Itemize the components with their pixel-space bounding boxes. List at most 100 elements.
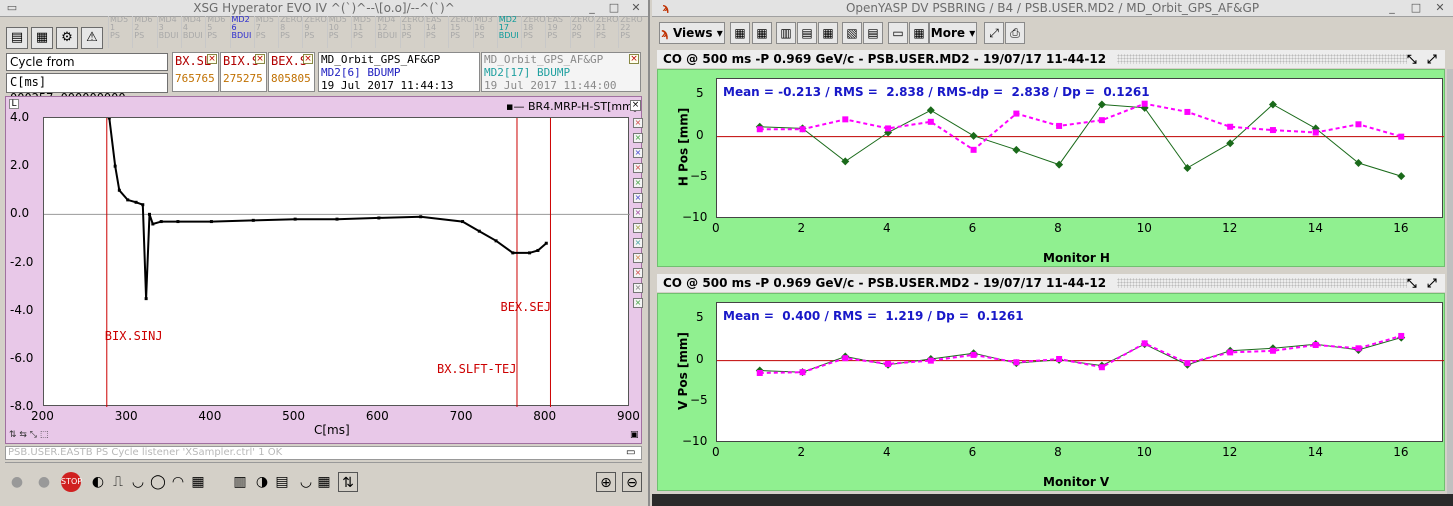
config-button[interactable]: ▧ xyxy=(842,22,862,44)
user-cell[interactable]: ZERO 15 PS xyxy=(448,16,473,48)
user-cell[interactable]: MD5 7 PS xyxy=(253,16,276,48)
user-cell[interactable]: MD2 6 BDUI xyxy=(229,16,252,48)
table-icon[interactable]: ▤ xyxy=(272,472,292,492)
user-cell[interactable]: MD2 17 BDUI xyxy=(496,16,519,48)
plot-corner-label[interactable]: L xyxy=(9,99,19,109)
table-2-icon[interactable]: ▦ xyxy=(314,472,334,492)
v-plot-area[interactable]: Mean = 0.400 / RMS = 1.219 / Dp = 0.1261 xyxy=(716,302,1444,442)
plot-side-toggle[interactable]: × xyxy=(633,238,643,248)
close-icon[interactable]: ✕ xyxy=(1430,0,1450,16)
layout-quad-button[interactable]: ▦ xyxy=(818,22,838,44)
minimize-icon[interactable]: _ xyxy=(582,0,602,16)
curve-2-icon[interactable]: ◡ xyxy=(296,472,316,492)
plot-side-toggle[interactable]: × xyxy=(633,163,643,173)
grid-button[interactable]: ▦ xyxy=(909,22,929,44)
h-panel-drag-handle[interactable] xyxy=(1117,54,1407,64)
user-cell[interactable]: MD4 4 BDUI xyxy=(180,16,203,48)
event-close-icon[interactable]: × xyxy=(255,54,265,64)
series-point xyxy=(756,126,763,133)
series-point xyxy=(1056,122,1063,129)
status-clear-icon[interactable]: ▭ xyxy=(626,447,635,458)
yasp-title: OpenYASP DV PSBRING / B4 / PSB.USER.MD2 … xyxy=(845,1,1260,15)
user-cell[interactable]: EAS 19 PS xyxy=(545,16,567,48)
x-tick-label: 0 xyxy=(712,445,720,459)
zoom-icons[interactable]: ⇅ ⇆ ⤡ ⬚ xyxy=(9,430,48,440)
user-cell[interactable]: ZERO 21 PS xyxy=(594,16,618,48)
plot-side-toggle[interactable]: × xyxy=(633,268,643,278)
user-cell[interactable]: ZERO 8 PS xyxy=(278,16,302,48)
user-cell[interactable]: ZERO 9 PS xyxy=(302,16,327,48)
zoom-in-icon[interactable]: ⊕ xyxy=(596,472,616,492)
blank-button[interactable]: ▭ xyxy=(888,22,908,44)
user-cell[interactable]: MD5 1 PS xyxy=(108,16,130,48)
event-close-icon[interactable]: × xyxy=(207,54,217,64)
play-icon[interactable]: ● xyxy=(7,472,27,492)
user-cell[interactable]: ZERO 18 PS xyxy=(521,16,545,48)
grid-icon[interactable]: ▦ xyxy=(188,472,208,492)
h-panel-expand-icon[interactable]: ⤢ xyxy=(1427,50,1437,68)
v-panel-drag-handle[interactable] xyxy=(1117,278,1407,288)
v-panel-shrink-icon[interactable]: ⤡ xyxy=(1407,274,1417,292)
v-panel-expand-icon[interactable]: ⤢ xyxy=(1427,274,1437,292)
user-cell[interactable]: MD4 12 BDUI xyxy=(375,16,397,48)
plot-side-toggle[interactable]: × xyxy=(633,193,643,203)
plot-config-icon[interactable]: ▣ xyxy=(630,430,639,440)
cycle-plot-area[interactable]: BIX.SINJ BX.SLFT-TEJ BEX.SEJ xyxy=(43,116,630,407)
user-cell[interactable]: MD5 10 PS xyxy=(326,16,349,48)
half-circle-2-icon[interactable]: ◑ xyxy=(252,472,272,492)
curve-icon[interactable]: ◡ xyxy=(128,472,148,492)
pulse-icon[interactable]: ⎍ xyxy=(108,472,128,492)
pause-icon[interactable]: ● xyxy=(34,472,54,492)
plot-close-icon[interactable]: × xyxy=(630,100,641,111)
user-cell[interactable]: MD3 16 PS xyxy=(472,16,495,48)
layout-tile-button[interactable]: ▦ xyxy=(752,22,772,44)
plot-side-toggle[interactable]: × xyxy=(633,253,643,263)
right-scrollbar[interactable] xyxy=(1447,69,1453,494)
half-circle-icon[interactable]: ◐ xyxy=(88,472,108,492)
sort-icon[interactable]: ⇅ xyxy=(338,472,358,492)
arc-icon[interactable]: ◠ xyxy=(168,472,188,492)
plot-side-toggle[interactable]: × xyxy=(633,283,643,293)
user-cell[interactable]: ZERO 20 PS xyxy=(569,16,594,48)
layout-rows-button[interactable]: ▤ xyxy=(797,22,817,44)
user-cell[interactable]: EAS 14 PS xyxy=(423,16,446,48)
plot-side-toggle[interactable]: × xyxy=(633,178,643,188)
close-icon[interactable]: ✕ xyxy=(626,0,646,16)
plot-side-toggle[interactable]: × xyxy=(633,148,643,158)
export-button[interactable]: ⤢ xyxy=(984,22,1004,44)
maximize-icon[interactable]: □ xyxy=(1406,0,1426,16)
zoom-out-icon[interactable]: ⊖ xyxy=(622,472,642,492)
layout-columns-button[interactable]: ▥ xyxy=(776,22,796,44)
plot-side-toggle[interactable]: × xyxy=(633,298,643,308)
window-menu-icon[interactable]: ▭ xyxy=(2,0,22,16)
plot-side-toggle[interactable]: × xyxy=(633,133,643,143)
user-cell[interactable]: MD4 3 BDUI xyxy=(156,16,179,48)
stop-icon[interactable]: STOP xyxy=(61,472,82,492)
more-button[interactable]: More ▾ xyxy=(929,22,977,44)
user-cell[interactable]: MD5 11 PS xyxy=(351,16,373,48)
views-button[interactable]: ϡ Views ▾ xyxy=(659,22,725,44)
plot-side-toggle[interactable]: × xyxy=(633,223,643,233)
print-icon[interactable]: ▤ xyxy=(6,27,28,49)
event-close-icon[interactable]: × xyxy=(303,54,313,64)
car-icon[interactable]: ⚙ xyxy=(56,27,78,49)
report-icon[interactable]: ▦ xyxy=(31,27,53,49)
user-cell[interactable]: ZERO 22 PS xyxy=(618,16,643,48)
user-cell[interactable]: MD6 2 PS xyxy=(132,16,154,48)
info-close-icon[interactable]: × xyxy=(629,54,639,64)
plot-side-toggle[interactable]: × xyxy=(633,208,643,218)
print-button[interactable]: ⎙ xyxy=(1005,22,1025,44)
plot-side-toggle[interactable]: × xyxy=(633,118,643,128)
user-cell[interactable]: ZERO 13 PS xyxy=(399,16,424,48)
minimize-icon[interactable]: _ xyxy=(1382,0,1402,16)
h-panel-shrink-icon[interactable]: ⤡ xyxy=(1407,50,1417,68)
maximize-icon[interactable]: □ xyxy=(604,0,624,16)
table-button[interactable]: ▤ xyxy=(863,22,883,44)
bar-grid-icon[interactable]: ▥ xyxy=(230,472,250,492)
user-cell[interactable]: MD6 5 PS xyxy=(205,16,227,48)
circle-icon[interactable]: ◯ xyxy=(148,472,168,492)
car-off-icon[interactable]: ⚠ xyxy=(81,27,103,49)
h-plot-area[interactable]: Mean = -0.213 / RMS = 2.838 / RMS-dp = 2… xyxy=(716,78,1444,218)
layout-grid-button[interactable]: ▦ xyxy=(730,22,750,44)
v-plot-svg xyxy=(717,332,1444,377)
